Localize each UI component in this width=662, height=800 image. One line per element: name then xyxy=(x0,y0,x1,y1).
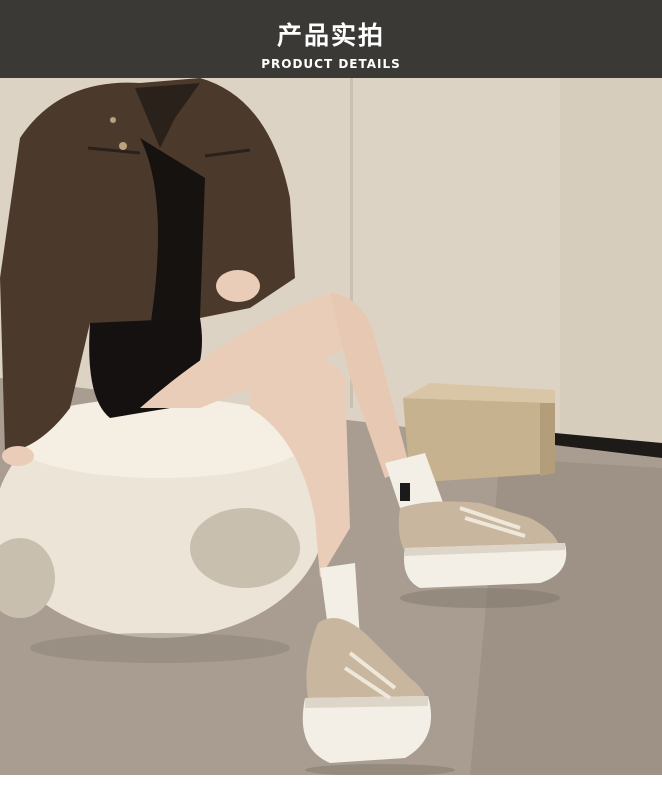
product-photo-illustration xyxy=(0,78,662,775)
section-title-en: PRODUCT DETAILS xyxy=(261,57,401,71)
section-title-cn: 产品实拍 xyxy=(276,21,385,50)
bottom-whitespace xyxy=(0,775,662,800)
header-banner: 产品实拍 PRODUCT DETAILS xyxy=(0,0,662,78)
wall-right-panel xyxy=(560,78,662,458)
product-photo xyxy=(0,78,662,775)
